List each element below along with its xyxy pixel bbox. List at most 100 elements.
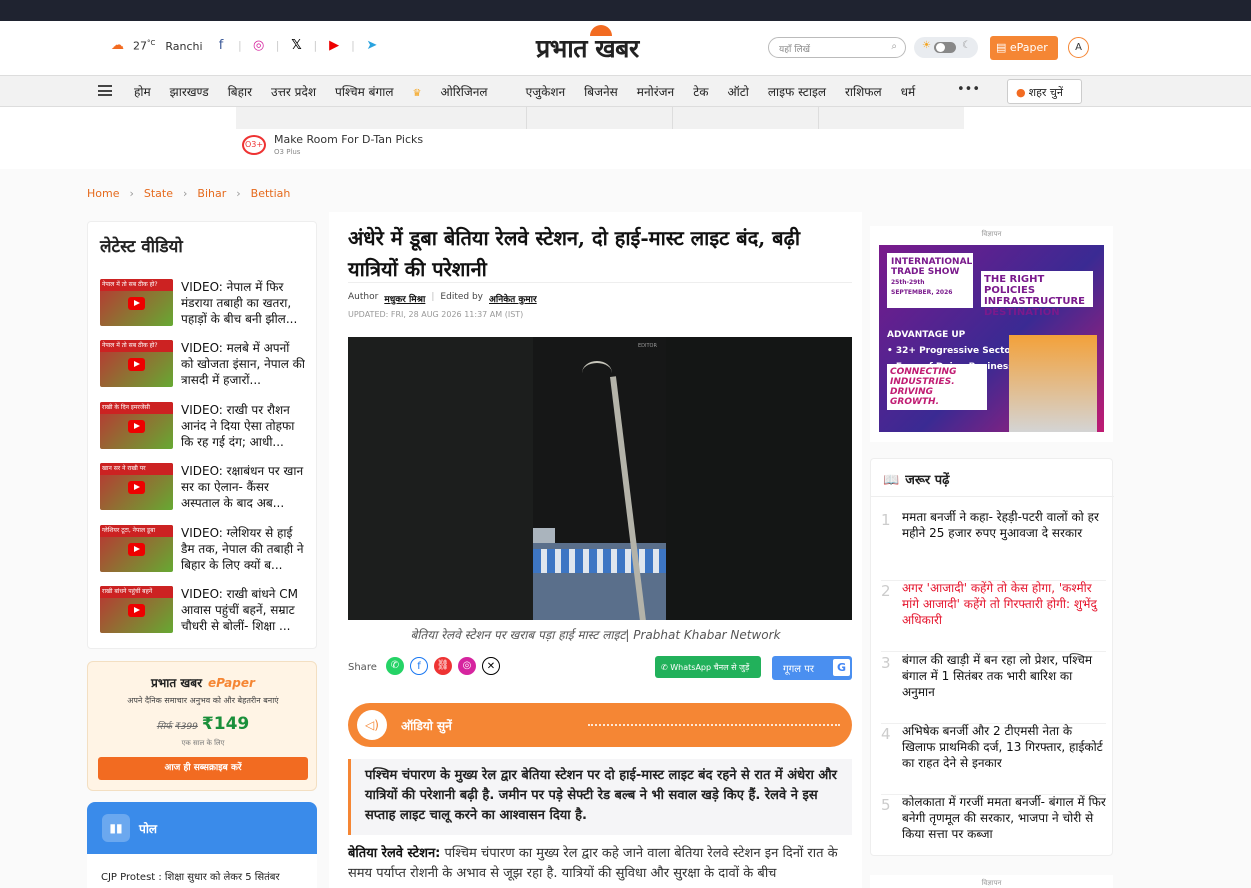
breadcrumb-bihar[interactable]: Bihar	[197, 187, 226, 200]
image-watermark: EDITOR	[638, 343, 657, 349]
audio-player[interactable]: ◁) ऑडियो सुनें	[348, 703, 852, 747]
site-logo[interactable]: प्रभात खबर	[536, 25, 639, 65]
subscribe-button[interactable]: आज ही सब्सक्राइब करें	[98, 757, 308, 780]
nav-item-lifestyle[interactable]: लाइफ स्टाइल	[768, 83, 826, 100]
whatsapp-channel-button[interactable]: ✆ WhatsApp चैनल से जुड़ें	[655, 656, 761, 678]
nav-item-bihar[interactable]: बिहार	[228, 83, 252, 100]
new-price: ₹149	[201, 714, 250, 734]
video-title[interactable]: VIDEO: नेपाल में फिर मंडराया तबाही का खत…	[181, 279, 305, 327]
nav-item-business[interactable]: बिजनेस	[584, 83, 618, 100]
poll-question[interactable]: CJP Protest : शिक्षा सुधार को लेकर 5 सित…	[87, 854, 317, 888]
top-ad-banner[interactable]: O3+ Make Room For D-Tan Picks O3 Plus	[236, 107, 964, 160]
user-avatar[interactable]: A	[1068, 37, 1089, 58]
nav-item-auto[interactable]: ऑटो	[727, 83, 748, 100]
old-price: ₹399	[175, 722, 198, 732]
audio-label: ऑडियो सुनें	[401, 719, 452, 733]
nav-item-uttar-pradesh[interactable]: उत्तर प्रदेश	[271, 83, 316, 100]
must-read-item[interactable]: 3 बंगाल की खाड़ी में बन रहा लो प्रेशर, पश…	[881, 652, 1106, 724]
moon-icon: ☾	[962, 40, 971, 51]
epaper-button[interactable]: ▤ ePaper	[990, 36, 1058, 60]
image-lamp-head	[582, 361, 612, 385]
instagram-icon[interactable]: ◎	[250, 38, 268, 53]
video-item[interactable]: खान सर ने राखी पर VIDEO: रक्षाबंधन पर खा…	[100, 463, 310, 515]
menu-icon[interactable]	[98, 85, 112, 96]
x-share-icon[interactable]: ✕	[482, 657, 500, 675]
play-icon	[128, 420, 145, 433]
breadcrumb-home[interactable]: Home	[87, 187, 119, 200]
nav-item-jharkhand[interactable]: झारखण्ड	[170, 83, 209, 100]
video-thumbnail[interactable]: ग्लेशियर टूटा, नेपाल डूबा	[100, 525, 173, 572]
nav-item-west-bengal[interactable]: पश्चिम बंगाल	[335, 83, 394, 100]
divider: |	[351, 39, 355, 52]
chevron-right-icon: ›	[236, 187, 241, 200]
google-follow-button[interactable]: गूगल पर G	[772, 656, 852, 680]
breadcrumb-bettiah[interactable]: Bettiah	[251, 187, 291, 200]
dateline: बेतिया रेलवे स्टेशन:	[348, 846, 441, 861]
article-body: बेतिया रेलवे स्टेशन: पश्चिम चंपारण का मु…	[348, 846, 838, 881]
telegram-icon[interactable]: ➤	[363, 38, 381, 53]
x-icon[interactable]: 𝕏	[287, 38, 305, 53]
video-item[interactable]: नेपाल में तो सब ठीक हो? VIDEO: मलबे में …	[100, 340, 310, 392]
theme-toggle[interactable]: ☀ ☾	[914, 37, 978, 58]
divider	[348, 282, 852, 283]
nav-item-original[interactable]: ♛ ओरिजिनल	[413, 83, 507, 100]
video-item[interactable]: राखी के दिन इमरजेंसी VIDEO: राखी पर रौशन…	[100, 402, 310, 454]
nav-item-education[interactable]: एजुकेशन	[526, 83, 566, 100]
right-ad[interactable]: विज्ञापन INTERNATIONAL TRADE SHOW 25th-29…	[870, 226, 1113, 442]
video-title[interactable]: VIDEO: ग्लेशियर से हाई डैम तक, नेपाल की …	[181, 525, 305, 573]
poll-header: ▮▮ पोल	[87, 802, 317, 854]
author-link[interactable]: मधुकर मिश्रा	[384, 292, 425, 305]
copy-link-icon[interactable]: ⛓	[434, 657, 452, 675]
must-read-item[interactable]: 2 अगर 'आजादी' कहेंगे तो केस होगा, 'कश्मीर…	[881, 580, 1106, 652]
image-dark-wall-left	[348, 337, 533, 620]
weather-city: Ranchi	[165, 39, 203, 53]
instagram-share-icon[interactable]: ◎	[458, 657, 476, 675]
play-icon	[128, 604, 145, 617]
nav-items: होम झारखण्ड बिहार उत्तर प्रदेश पश्चिम बं…	[134, 83, 934, 100]
article: अंधेरे में डूबा बेतिया रेलवे स्टेशन, दो …	[329, 212, 862, 888]
more-icon[interactable]: •••	[957, 82, 980, 97]
video-title[interactable]: VIDEO: राखी बांधने CM आवास पहुंचीं बहनें…	[181, 586, 305, 634]
speaker-icon[interactable]: ◁)	[357, 710, 387, 740]
book-icon: 📖	[883, 473, 900, 488]
nav-item-home[interactable]: होम	[134, 83, 151, 100]
breadcrumb-state[interactable]: State	[144, 187, 173, 200]
nav-item-entertainment[interactable]: मनोरंजन	[637, 83, 674, 100]
video-title[interactable]: VIDEO: रक्षाबंधन पर खान सर का ऐलान- कैंस…	[181, 463, 305, 511]
video-thumbnail[interactable]: नेपाल में तो सब ठीक हो?	[100, 340, 173, 387]
epaper-price: सिर्फ ₹399 ₹149	[88, 714, 318, 734]
article-image[interactable]: EDITOR	[348, 337, 852, 620]
video-item[interactable]: राखी बांधने पहुंचीं बहनें VIDEO: राखी बा…	[100, 586, 310, 638]
byline: Author मधुकर मिश्रा | Edited by अनिकेत क…	[348, 292, 537, 305]
ad-right-block: THE RIGHT POLICIES INFRASTRUCTURE DESTIN…	[981, 271, 1093, 318]
divider: |	[275, 39, 280, 52]
video-thumbnail[interactable]: राखी बांधने पहुंचीं बहनें	[100, 586, 173, 633]
nav-item-religion[interactable]: धर्म	[901, 83, 916, 100]
video-title[interactable]: VIDEO: मलबे में अपनों को खोजता इंसान, ने…	[181, 340, 305, 388]
audio-waveform	[588, 724, 840, 726]
must-read-item[interactable]: 5 कोलकाता में गरजीं ममता बनर्जी- बंगाल मे…	[881, 794, 1106, 866]
play-icon	[128, 481, 145, 494]
video-thumbnail[interactable]: राखी के दिन इमरजेंसी	[100, 402, 173, 449]
search-input[interactable]: यहाँ लिखें ⌕	[768, 37, 906, 58]
nav-item-tech[interactable]: टेक	[693, 83, 708, 100]
video-item[interactable]: नेपाल में तो सब ठीक हो? VIDEO: नेपाल में…	[100, 279, 310, 331]
video-thumbnail[interactable]: खान सर ने राखी पर	[100, 463, 173, 510]
youtube-icon[interactable]: ▶	[325, 38, 343, 53]
ad-creative[interactable]: INTERNATIONAL TRADE SHOW 25th-29th SEPTEM…	[879, 245, 1104, 432]
city-select-button[interactable]: ● शहर चुनें	[1007, 79, 1082, 104]
search-icon[interactable]: ⌕	[891, 41, 897, 52]
editor-link[interactable]: अनिकेत कुमार	[489, 292, 537, 305]
top-strip	[0, 0, 1251, 21]
must-read-item[interactable]: 4 अभिषेक बनर्जी और 2 टीएमसी नेता के खिलाफ…	[881, 723, 1106, 795]
nav-item-horoscope[interactable]: राशिफल	[845, 83, 882, 100]
video-thumbnail[interactable]: नेपाल में तो सब ठीक हो?	[100, 279, 173, 326]
video-item[interactable]: ग्लेशियर टूटा, नेपाल डूबा VIDEO: ग्लेशिय…	[100, 525, 310, 577]
facebook-icon[interactable]: f	[212, 38, 230, 53]
weather-widget[interactable]: ☁ 27°C Ranchi	[111, 39, 203, 53]
facebook-share-icon[interactable]: f	[410, 657, 428, 675]
must-read-item[interactable]: 1 ममता बनर्जी ने कहा- रेहड़ी-पटरी वालों क…	[881, 509, 1106, 581]
ad-sponsor: O3 Plus	[274, 148, 301, 156]
video-title[interactable]: VIDEO: राखी पर रौशन आनंद ने दिया ऐसा तोह…	[181, 402, 305, 450]
whatsapp-share-icon[interactable]: ✆	[386, 657, 404, 675]
